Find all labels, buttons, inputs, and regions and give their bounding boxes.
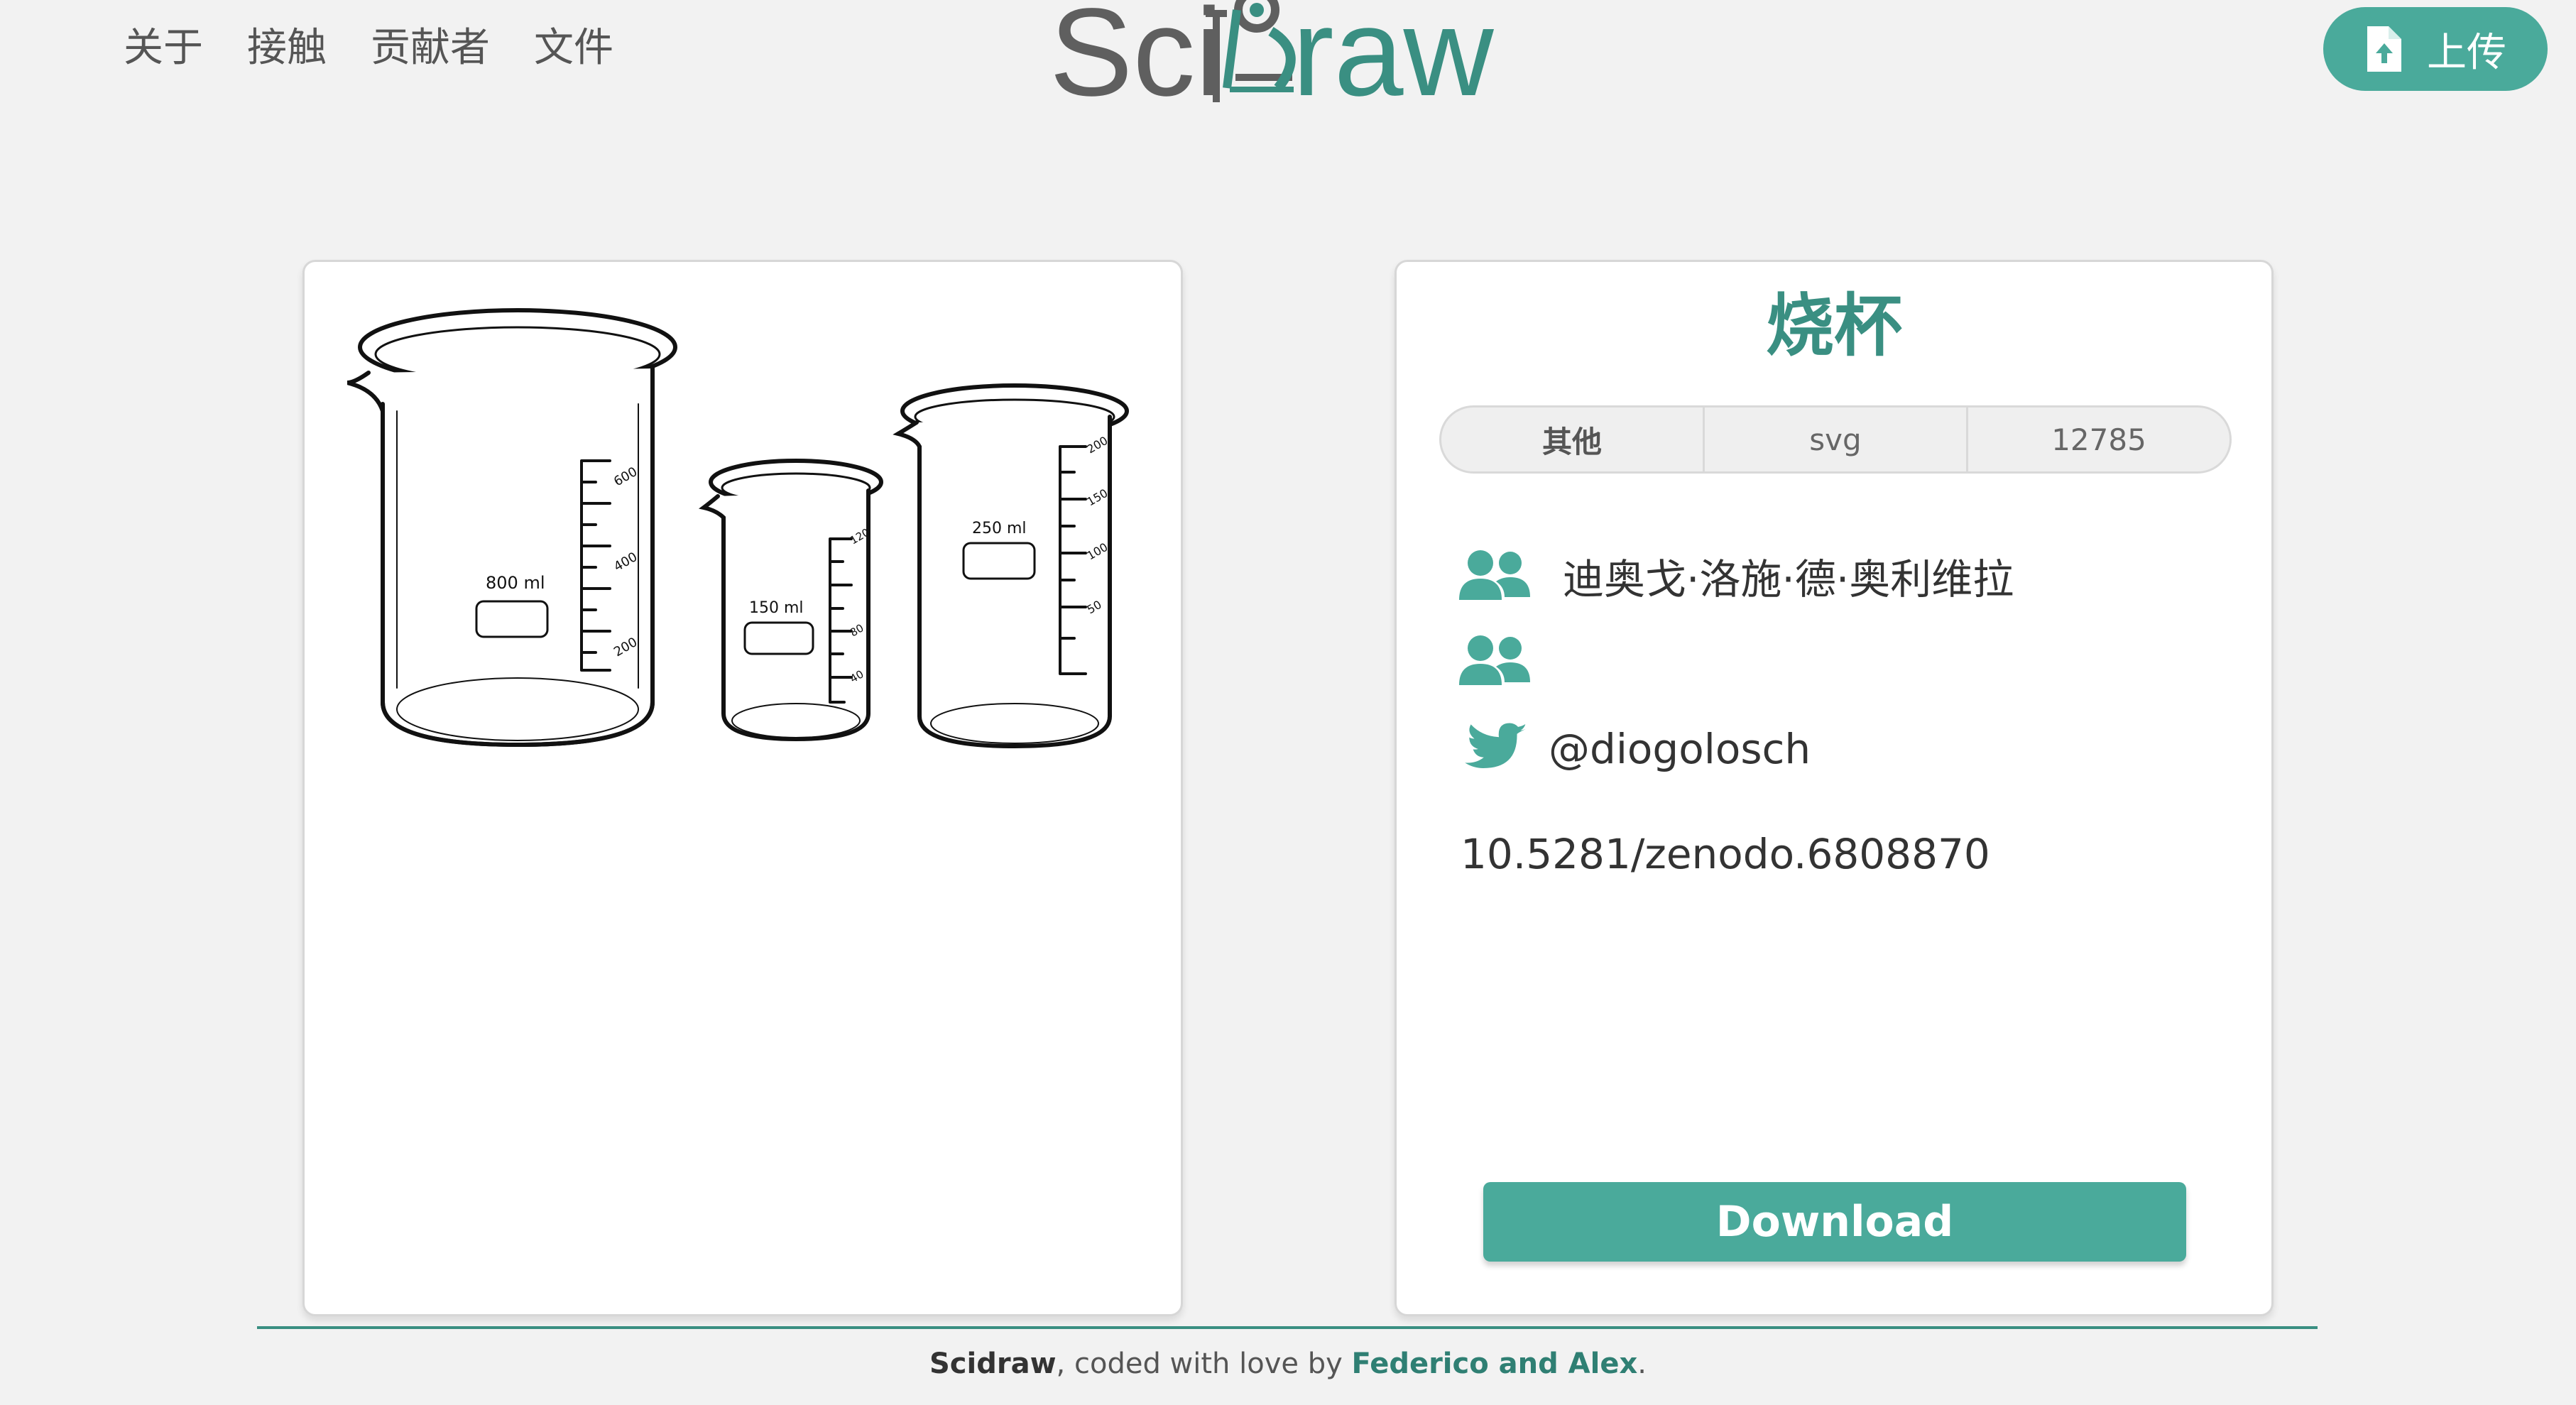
download-button[interactable]: Download bbox=[1483, 1182, 2186, 1262]
file-upload-icon bbox=[2367, 26, 2401, 72]
author-name: 迪奥戈·洛施·德·奥利维拉 bbox=[1563, 555, 2014, 603]
upload-button[interactable]: 上传 bbox=[2323, 7, 2548, 91]
illustration-card: 600 400 200 800 ml 120 80 40 150 ml 200 … bbox=[302, 260, 1183, 1316]
users-icon bbox=[1459, 635, 1530, 685]
beakers-illustration[interactable]: 600 400 200 800 ml 120 80 40 150 ml 200 … bbox=[347, 305, 1142, 773]
id-badge: 12785 bbox=[2051, 422, 2146, 457]
logo-text-left: Sci bbox=[1049, 0, 1223, 122]
users-icon bbox=[1459, 550, 1530, 600]
category-badge[interactable]: 其他 bbox=[1441, 408, 1705, 471]
footer-authors-link[interactable]: Federico and Alex bbox=[1351, 1347, 1637, 1380]
microscope-icon bbox=[1206, 0, 1296, 102]
scidraw-logo[interactable]: Sci raw bbox=[1044, 0, 1527, 124]
beaker-150ml: 120 80 40 150 ml bbox=[698, 459, 883, 742]
beaker-volume-label: 800 ml bbox=[486, 573, 545, 593]
beaker-250ml: 200 150 100 50 250 ml bbox=[893, 383, 1129, 749]
doi-text[interactable]: 10.5281/zenodo.6808870 bbox=[1461, 830, 1990, 878]
author-row: 迪奥戈·洛施·德·奥利维拉 bbox=[1459, 546, 2014, 606]
nav-contact-link[interactable]: 接触 bbox=[247, 20, 327, 77]
upload-label: 上传 bbox=[2427, 29, 2506, 76]
contributors-row bbox=[1459, 634, 1530, 688]
detail-card: 烧杯 其他 svg 12785 迪奥戈·洛施·德·奥利维拉 @diogolosc… bbox=[1395, 260, 2274, 1316]
twitter-handle[interactable]: @diogolosch bbox=[1549, 725, 1811, 773]
drawing-title: 烧杯 bbox=[1766, 286, 1902, 366]
nav-docs-link[interactable]: 文件 bbox=[534, 20, 613, 77]
nav-contributors-link[interactable]: 贡献者 bbox=[371, 20, 490, 77]
beaker-volume-label: 250 ml bbox=[972, 520, 1027, 537]
twitter-icon bbox=[1465, 723, 1527, 768]
top-nav: 关于 接触 贡献者 文件 bbox=[124, 20, 613, 77]
twitter-row: @diogolosch bbox=[1459, 722, 1811, 776]
format-badge: svg bbox=[1705, 408, 1968, 471]
footer-end: . bbox=[1637, 1347, 1647, 1380]
footer-divider bbox=[257, 1326, 2318, 1329]
logo-text-right: raw bbox=[1292, 0, 1494, 122]
meta-bar: 其他 svg 12785 bbox=[1439, 405, 2232, 474]
beaker-800ml: 600 400 200 800 ml bbox=[347, 308, 677, 748]
footer-brand: Scidraw bbox=[929, 1347, 1057, 1380]
footer: Scidraw, coded with love by Federico and… bbox=[0, 1347, 2576, 1380]
footer-text: , coded with love by bbox=[1056, 1347, 1352, 1380]
nav-about-link[interactable]: 关于 bbox=[124, 20, 203, 77]
beaker-volume-label: 150 ml bbox=[749, 599, 804, 617]
